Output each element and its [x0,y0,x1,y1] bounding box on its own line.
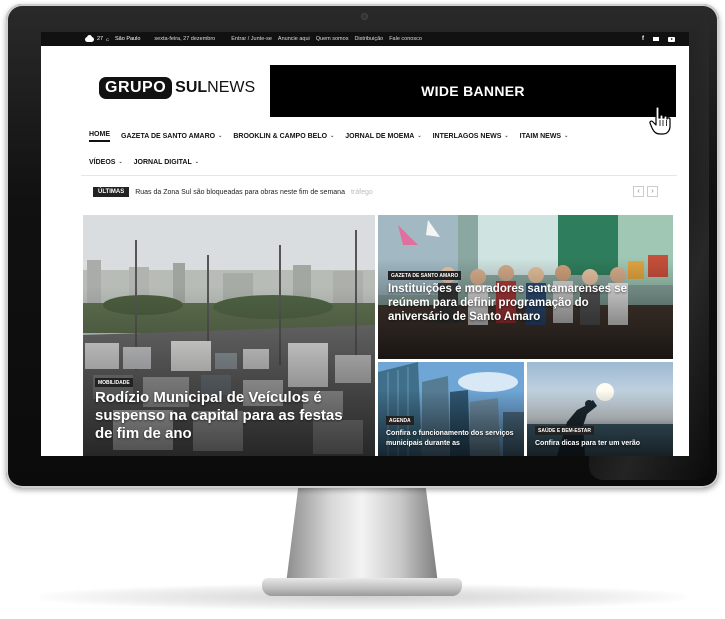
advertise-link[interactable]: Anuncie aqui [278,36,310,42]
main-nav: HOME GAZETA DE SANTO AMARO ⌄ BROOKLIN & C… [89,129,568,169]
nav-row-2: VÍDEOS ⌄ JORNAL DIGITAL ⌄ [89,155,568,169]
monitor-bezel: 27 C São Paulo sexta-feira, 27 dezembro E… [6,4,719,488]
ticker-badge: ÚLTIMAS [93,187,130,197]
ticker-prev-button[interactable]: ‹ [633,186,644,197]
city: São Paulo [115,36,141,42]
login-link[interactable]: Entrar / Junte-se [231,36,272,42]
distribution-link[interactable]: Distribuição [354,36,383,42]
nav-item-brooklin[interactable]: BROOKLIN & CAMPO BELO ⌄ [233,133,334,140]
nav-row-1: HOME GAZETA DE SANTO AMARO ⌄ BROOKLIN & C… [89,129,568,143]
nav-item-jornal-digital[interactable]: JORNAL DIGITAL ⌄ [134,159,199,166]
category-tag[interactable]: AGENDA [386,416,414,425]
mail-icon[interactable] [653,37,659,41]
nav-label: ITAIM NEWS [519,132,562,140]
chevron-down-icon: ⌄ [417,133,422,139]
chevron-down-icon: ⌄ [218,133,223,139]
monitor-stand-base [262,578,462,596]
nav-label: HOME [89,130,110,138]
contact-link[interactable]: Fale conosco [389,36,422,42]
nav-label: VÍDEOS [89,158,116,166]
nav-item-interlagos[interactable]: INTERLAGOS NEWS ⌄ [433,133,509,140]
article-title[interactable]: Confira o funcionamento dos serviços mun… [386,429,520,449]
nav-item-moema[interactable]: JORNAL DE MOEMA ⌄ [345,133,421,140]
category-tag[interactable]: GAZETA DE SANTO AMARO [388,271,462,280]
current-date: sexta-feira, 27 dezembro [154,36,216,42]
ticker-nav: ‹ › [633,186,658,197]
hand-cursor-icon [649,106,671,135]
logo-grupo: GRUPO [99,77,173,99]
ticker-headline-fade: tráfego [350,188,373,196]
chevron-down-icon: ⌄ [118,159,123,165]
chevron-down-icon: ⌄ [564,133,569,139]
nav-divider [81,175,677,176]
featured-article-main[interactable]: MOBILIDADE Rodízio Municipal de Veículos… [83,215,375,456]
ticker-next-button[interactable]: › [647,186,658,197]
nav-label: INTERLAGOS NEWS [432,132,502,140]
chevron-down-icon: ⌄ [330,133,335,139]
news-ticker: ÚLTIMAS Ruas da Zona Sul são bloqueadas … [93,186,373,198]
weather-widget: 27 C São Paulo [85,34,141,42]
cloud-icon [85,34,94,42]
chevron-down-icon: ⌄ [194,159,199,165]
article-title[interactable]: Confira dicas para ter um verão [535,439,669,449]
website-screen: 27 C São Paulo sexta-feira, 27 dezembro E… [41,32,689,456]
monitor-stand-neck [286,488,438,584]
facebook-icon[interactable]: f [642,36,644,42]
nav-label: GAZETA DE SANTO AMARO [121,132,216,140]
category-tag[interactable]: SAÚDE E BEM-ESTAR [535,426,594,435]
featured-article-right[interactable]: GAZETA DE SANTO AMARO Instituições e mor… [378,215,673,359]
youtube-icon[interactable] [668,36,675,42]
temperature: 27 [97,36,104,42]
chevron-down-icon: ⌄ [504,133,509,139]
logo-news: NEWS [207,79,256,96]
nav-item-home[interactable]: HOME [89,131,110,142]
top-links: Entrar / Junte-se Anuncie aqui Quem somo… [231,36,422,42]
nav-label: JORNAL DIGITAL [133,158,192,166]
nav-item-gazeta[interactable]: GAZETA DE SANTO AMARO ⌄ [121,133,222,140]
nav-item-itaim[interactable]: ITAIM NEWS ⌄ [520,133,569,140]
nav-label: JORNAL DE MOEMA [345,132,415,140]
nav-item-videos[interactable]: VÍDEOS ⌄ [89,159,123,166]
about-link[interactable]: Quem somos [316,36,349,42]
temperature-unit: C [106,36,110,42]
article-title[interactable]: Instituições e moradores santamarenses s… [388,282,628,324]
nav-label: BROOKLIN & CAMPO BELO [233,132,328,140]
social-links: f [642,32,675,46]
article-title[interactable]: Rodízio Municipal de Veículos é suspenso… [95,389,345,443]
ticker-headline[interactable]: Ruas da Zona Sul são bloqueadas para obr… [135,189,345,196]
webcam-icon [362,14,367,19]
top-bar: 27 C São Paulo sexta-feira, 27 dezembro E… [41,32,689,46]
category-tag[interactable]: MOBILIDADE [95,378,133,387]
site-logo[interactable]: GRUPO SUL NEWS [99,77,255,99]
article-agenda[interactable]: AGENDA Confira o funcionamento dos servi… [378,362,524,456]
logo-sul: SUL [175,79,208,96]
wide-banner-ad[interactable]: WIDE BANNER [270,65,676,117]
article-saude[interactable]: SAÚDE E BEM-ESTAR Confira dicas para ter… [527,362,673,456]
